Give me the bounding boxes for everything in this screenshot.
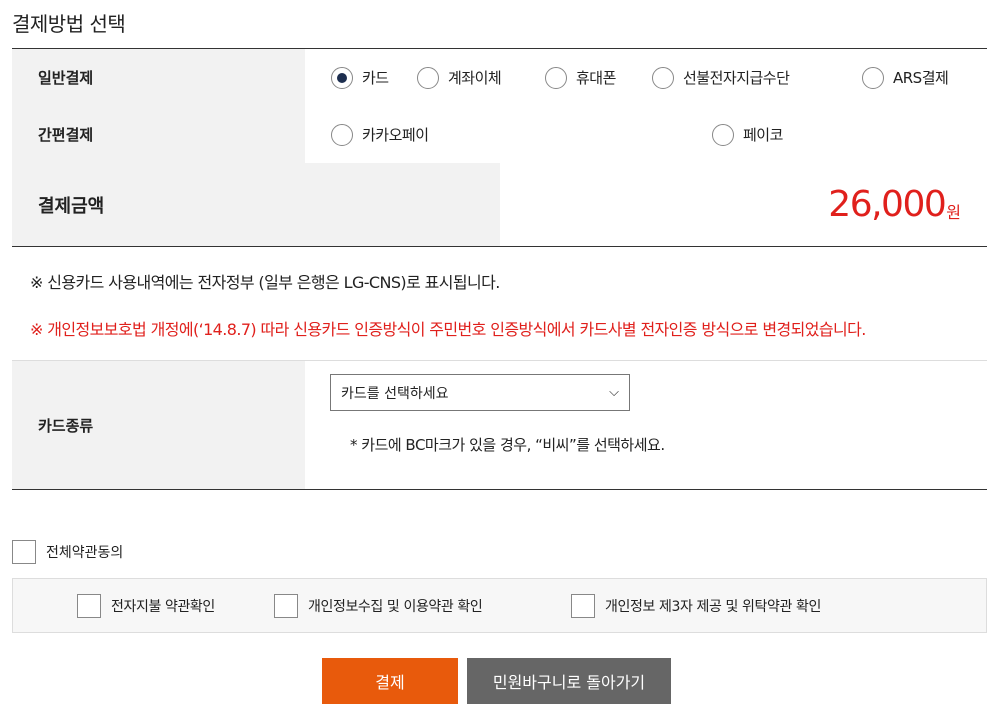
radio-label: ARS결제 [893, 69, 949, 87]
term-label: 개인정보수집 및 이용약관 확인 [308, 599, 483, 615]
radio-payco[interactable]: 페이코 [712, 123, 783, 146]
radio-ars[interactable]: ARS결제 [862, 66, 949, 89]
radio-mobile-phone[interactable]: 휴대폰 [545, 66, 616, 89]
radio-selected-icon [331, 66, 353, 89]
checkbox-icon [77, 594, 101, 618]
payment-method-table: 일반결제 카드 계좌이체 휴대폰 선불전자지급수단 ARS결제 간편결제 카카오… [12, 48, 987, 247]
term-label: 개인정보 제3자 제공 및 위탁약관 확인 [605, 599, 821, 615]
easy-payment-options: 카카오페이 페이코 [305, 106, 987, 163]
radio-label: 카드 [362, 69, 389, 87]
radio-prepaid[interactable]: 선불전자지급수단 [652, 66, 790, 89]
notice-privacy-law: ※ 개인정보보호법 개정에(‘14.8.7) 따라 신용카드 인증방식이 주민번… [30, 320, 866, 339]
radio-icon [862, 66, 884, 89]
easy-payment-label: 간편결제 [12, 106, 305, 163]
radio-label: 계좌이체 [448, 69, 502, 87]
amount-number: 26,000 [828, 184, 946, 225]
checkbox-icon [571, 594, 595, 618]
radio-label: 선불전자지급수단 [683, 69, 790, 87]
checkbox-icon [12, 540, 36, 564]
radio-kakaopay[interactable]: 카카오페이 [331, 123, 429, 146]
term-checkbox-third-party[interactable]: 개인정보 제3자 제공 및 위탁약관 확인 [571, 594, 821, 618]
card-type-select[interactable]: 카드를 선택하세요 ⌵ [330, 374, 630, 411]
radio-icon [331, 123, 353, 146]
card-type-hint: * 카드에 BC마크가 있을 경우, “비씨”를 선택하세요. [350, 436, 665, 454]
card-select-value: 카드를 선택하세요 [341, 385, 449, 402]
amount-row: 결제금액 26,000 원 [12, 163, 987, 247]
chevron-down-icon: ⌵ [609, 385, 619, 400]
radio-bank-transfer[interactable]: 계좌이체 [417, 66, 502, 89]
checkbox-icon [274, 594, 298, 618]
general-payment-options: 카드 계좌이체 휴대폰 선불전자지급수단 ARS결제 [305, 49, 987, 106]
radio-card[interactable]: 카드 [331, 66, 389, 89]
radio-icon [712, 123, 734, 146]
amount-unit: 원 [946, 202, 961, 222]
card-type-label: 카드종류 [12, 361, 305, 489]
radio-icon [652, 66, 674, 89]
notice-card-statement: ※ 신용카드 사용내역에는 전자정부 (일부 은행은 LG-CNS)로 표시됩니… [30, 273, 500, 292]
back-to-basket-button[interactable]: 민원바구니로 돌아가기 [467, 658, 671, 704]
radio-label: 페이코 [743, 126, 783, 144]
agree-all-checkbox[interactable]: 전체약관동의 [12, 540, 123, 564]
card-type-table: 카드종류 카드를 선택하세요 ⌵ * 카드에 BC마크가 있을 경우, “비씨”… [12, 360, 987, 490]
term-checkbox-privacy-collection[interactable]: 개인정보수집 및 이용약관 확인 [274, 594, 483, 618]
agree-all-label: 전체약관동의 [46, 545, 124, 561]
radio-label: 휴대폰 [576, 69, 616, 87]
amount-label: 결제금액 [12, 163, 500, 246]
radio-icon [545, 66, 567, 89]
general-payment-row: 일반결제 카드 계좌이체 휴대폰 선불전자지급수단 ARS결제 [12, 49, 987, 106]
term-label: 전자지불 약관확인 [111, 599, 215, 615]
term-checkbox-payment[interactable]: 전자지불 약관확인 [77, 594, 215, 618]
pay-button[interactable]: 결제 [322, 658, 458, 704]
general-payment-label: 일반결제 [12, 49, 305, 106]
terms-box: 전자지불 약관확인 개인정보수집 및 이용약관 확인 개인정보 제3자 제공 및… [12, 578, 987, 633]
easy-payment-row: 간편결제 카카오페이 페이코 [12, 106, 987, 163]
radio-icon [417, 66, 439, 89]
radio-label: 카카오페이 [362, 126, 429, 144]
card-type-content: 카드를 선택하세요 ⌵ * 카드에 BC마크가 있을 경우, “비씨”를 선택하… [305, 361, 987, 489]
page-title: 결제방법 선택 [12, 12, 126, 36]
amount-value: 26,000 원 [500, 163, 987, 246]
